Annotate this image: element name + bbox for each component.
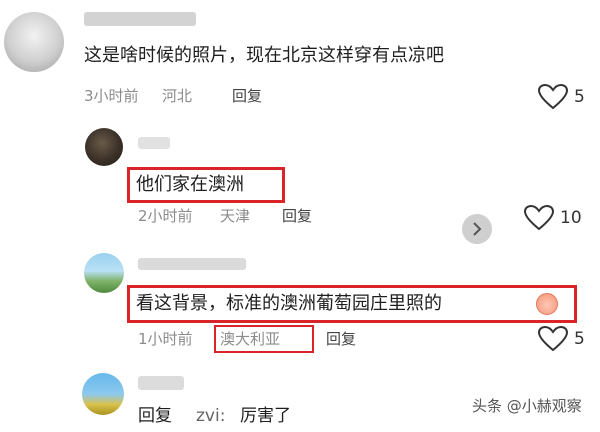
watermark-text: 头条 @小赫观察 <box>472 397 582 415</box>
like-count: 5 <box>574 329 585 349</box>
comment-location: 澳大利亚 <box>220 330 281 348</box>
heart-icon[interactable] <box>537 325 569 352</box>
avatar[interactable] <box>84 253 124 293</box>
comment-text: 这是啥时候的照片，现在北京这样穿有点凉吧 <box>84 45 444 66</box>
watermark: 头条 @小赫观察 <box>472 396 592 426</box>
blurred-username[interactable] <box>138 258 246 270</box>
reply-button[interactable]: 回复 <box>232 86 262 106</box>
comment-text: 看这背景，标准的澳洲葡萄园庄里照的 <box>136 293 442 314</box>
avatar[interactable] <box>82 373 124 415</box>
comment-text: 厉害了 <box>240 406 291 426</box>
comment-time: 1小时前 <box>138 330 193 348</box>
reply-prefix: 回复 <box>138 406 172 426</box>
reply-button[interactable]: 回复 <box>326 329 356 349</box>
reply-to-user[interactable]: zvi: <box>196 404 225 428</box>
comment-time: 2小时前 <box>138 207 193 225</box>
blurred-username[interactable] <box>138 376 184 390</box>
blurred-username[interactable] <box>84 12 196 26</box>
reply-button[interactable]: 回复 <box>282 206 312 226</box>
blurred-username[interactable] <box>138 137 170 149</box>
comment-location: 天津 <box>220 207 251 225</box>
scroll-indicator[interactable] <box>462 214 492 244</box>
like-count: 10 <box>560 208 582 228</box>
comment-time: 3小时前 <box>84 87 139 105</box>
heart-icon[interactable] <box>523 204 555 231</box>
heart-icon[interactable] <box>537 83 569 110</box>
avatar[interactable] <box>4 12 64 72</box>
like-count: 5 <box>574 87 585 107</box>
comment-location: 河北 <box>162 87 193 105</box>
peach-emoji-icon <box>536 293 558 315</box>
avatar[interactable] <box>85 128 123 166</box>
comment-text: 他们家在澳洲 <box>136 174 244 195</box>
